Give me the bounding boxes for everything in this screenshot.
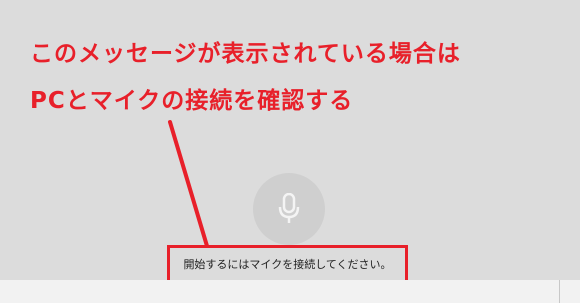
- bottom-bar: [0, 280, 580, 303]
- bottom-bar-divider: [559, 280, 560, 303]
- status-message: 開始するにはマイクを接続してください。: [183, 258, 392, 271]
- microphone-icon: [278, 193, 300, 225]
- status-message-highlight: 開始するにはマイクを接続してください。: [167, 245, 408, 283]
- annotation-line-1: このメッセージが表示されている場合は: [30, 41, 461, 67]
- microphone-button[interactable]: [253, 173, 325, 245]
- annotation-line-2: PCとマイクの接続を確認する: [30, 88, 354, 114]
